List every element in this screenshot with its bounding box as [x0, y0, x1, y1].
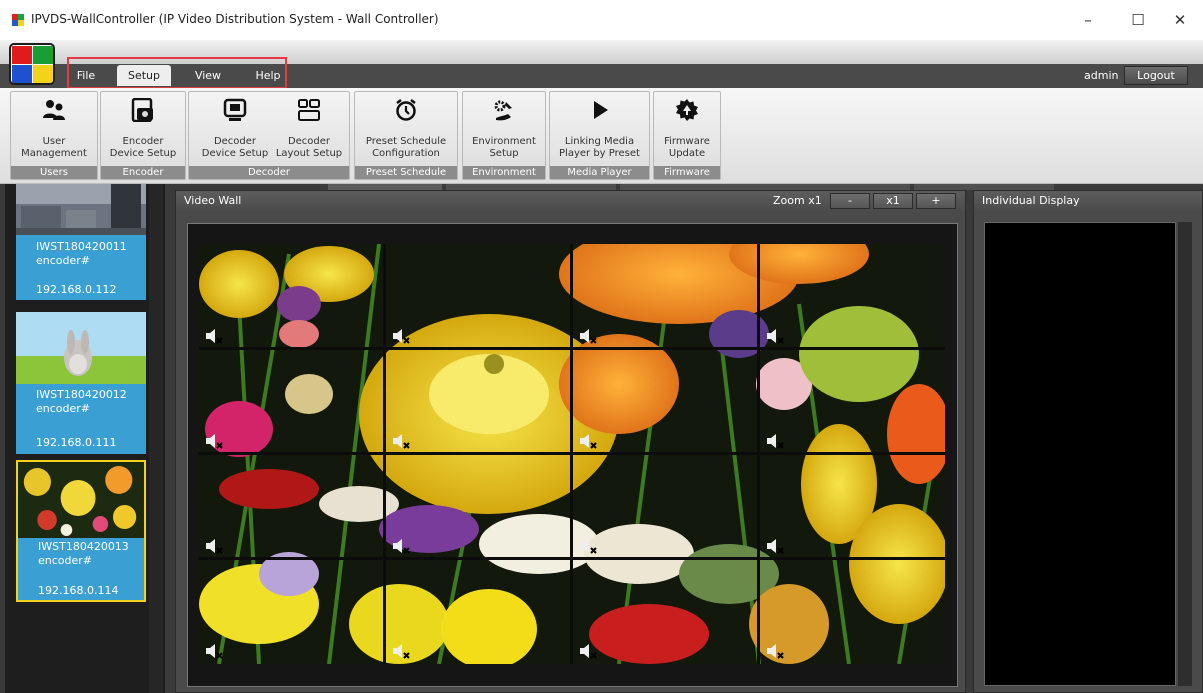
ribbon-group-label: Users: [11, 166, 97, 179]
zoom-out-button[interactable]: -: [830, 193, 870, 209]
encoder-list-scrollbar[interactable]: [149, 184, 163, 693]
ribbon-group-label: Environment: [463, 166, 545, 179]
button-label-line2: Device Setup: [201, 148, 269, 159]
speaker-muted-icon[interactable]: [205, 328, 223, 344]
decoder-layout-setup-button[interactable]: Decoder Layout Setup: [270, 96, 348, 164]
button-label-line1: Decoder: [287, 136, 331, 147]
speaker-muted-icon[interactable]: [392, 538, 410, 554]
encoder-type: encoder#: [36, 402, 91, 415]
environment-setup-button[interactable]: Environment Setup: [464, 96, 544, 164]
maximize-button[interactable]: ☐: [1124, 8, 1152, 32]
grid-divider: [199, 347, 945, 350]
linking-media-player-button[interactable]: Linking Media Player by Preset: [551, 96, 648, 164]
button-label-line1: Preset Schedule: [365, 136, 447, 147]
button-label-line1: Encoder: [122, 136, 164, 147]
encoder-type: encoder#: [38, 554, 93, 567]
speaker-muted-icon[interactable]: [205, 538, 223, 554]
encoder-ip: 192.168.0.114: [38, 584, 119, 597]
individual-display-title: Individual Display: [982, 194, 1080, 207]
encoder-camera-icon: [131, 98, 153, 122]
window-title: IPVDS-WallController (IP Video Distribut…: [31, 12, 439, 26]
speaker-muted-icon[interactable]: [205, 433, 223, 449]
firmware-gear-icon: [676, 99, 698, 121]
decoder-device-setup-button[interactable]: Decoder Device Setup: [196, 96, 274, 164]
logout-button[interactable]: Logout: [1124, 66, 1188, 85]
individual-display-canvas: [984, 222, 1176, 686]
encoder-ip: 192.168.0.112: [36, 283, 117, 296]
encoder-thumbnail: [16, 312, 146, 384]
user-management-button[interactable]: User Management: [12, 96, 96, 164]
encoder-thumbnail: [18, 462, 144, 538]
ribbon-group-label: Decoder: [189, 166, 349, 179]
encoder-card-selected[interactable]: IWST180420013 encoder# 192.168.0.114: [16, 460, 146, 602]
minimize-button[interactable]: –: [1074, 8, 1102, 32]
speaker-muted-icon[interactable]: [392, 643, 410, 659]
video-wall-title: Video Wall: [184, 194, 242, 207]
button-label-line1: Linking Media: [564, 136, 635, 147]
speaker-muted-icon[interactable]: [579, 433, 597, 449]
users-icon: [43, 100, 65, 120]
encoder-ip: 192.168.0.111: [36, 436, 117, 449]
ribbon-group-label: Preset Schedule: [355, 166, 457, 179]
encoder-device-setup-button[interactable]: Encoder Device Setup: [102, 96, 184, 164]
individual-display-scrollbar[interactable]: [1178, 222, 1192, 686]
speaker-muted-icon[interactable]: [766, 433, 784, 449]
encoder-name: IWST180420011: [36, 240, 127, 253]
encoder-type: encoder#: [36, 254, 91, 267]
zoom-in-button[interactable]: +: [916, 193, 956, 209]
speaker-muted-icon[interactable]: [392, 328, 410, 344]
button-label-line2: Device Setup: [109, 148, 177, 159]
speaker-muted-icon[interactable]: [766, 643, 784, 659]
button-label-line2: Management: [21, 148, 87, 159]
encoder-thumbnail: [16, 184, 146, 235]
speaker-muted-icon[interactable]: [579, 643, 597, 659]
menu-highlight-box: [67, 57, 287, 89]
speaker-muted-icon[interactable]: [579, 538, 597, 554]
alarm-clock-icon: [396, 99, 416, 121]
button-label-line2: Update: [668, 148, 706, 159]
speaker-muted-icon[interactable]: [392, 433, 410, 449]
button-label-line1: User: [42, 136, 66, 147]
ribbon-group-label: Encoder: [101, 166, 185, 179]
app-logo: [9, 43, 55, 85]
grid-divider: [199, 557, 945, 560]
speaker-muted-icon[interactable]: [766, 328, 784, 344]
play-icon: [593, 101, 608, 119]
button-label-line2: Layout Setup: [275, 148, 343, 159]
preset-schedule-configuration-button[interactable]: Preset Schedule Configuration: [356, 96, 456, 164]
video-wall-grid[interactable]: [199, 244, 945, 664]
button-label-line2: Player by Preset: [559, 148, 640, 159]
speaker-muted-icon[interactable]: [205, 643, 223, 659]
encoder-name: IWST180420012: [36, 388, 127, 401]
encoder-card[interactable]: IWST180420012 encoder# 192.168.0.111: [16, 312, 146, 454]
grid-divider: [199, 452, 945, 455]
close-button[interactable]: ✕: [1166, 8, 1194, 32]
firmware-update-button[interactable]: Firmware Update: [655, 96, 719, 164]
button-label-line1: Decoder: [213, 136, 257, 147]
tools-gear-icon: [494, 100, 512, 121]
button-label-line1: Environment: [472, 136, 536, 147]
encoder-name: IWST180420013: [38, 540, 129, 553]
encoder-card[interactable]: IWST180420011 encoder# 192.168.0.112: [16, 184, 146, 300]
decoder-monitor-icon: [223, 98, 247, 121]
ribbon-group-label: Media Player: [550, 166, 649, 179]
zoom-reset-button[interactable]: x1: [873, 193, 913, 209]
speaker-muted-icon[interactable]: [766, 538, 784, 554]
button-label-line1: Firmware: [664, 136, 710, 147]
button-label-line2: Setup: [489, 148, 519, 159]
user-name: admin: [1084, 69, 1119, 82]
app-icon: [12, 14, 24, 26]
ribbon-group-label: Firmware: [654, 166, 720, 179]
speaker-muted-icon[interactable]: [579, 328, 597, 344]
button-label-line2: Configuration: [372, 148, 440, 159]
zoom-label: Zoom x1: [773, 194, 822, 207]
layout-grid-icon: [298, 99, 320, 121]
